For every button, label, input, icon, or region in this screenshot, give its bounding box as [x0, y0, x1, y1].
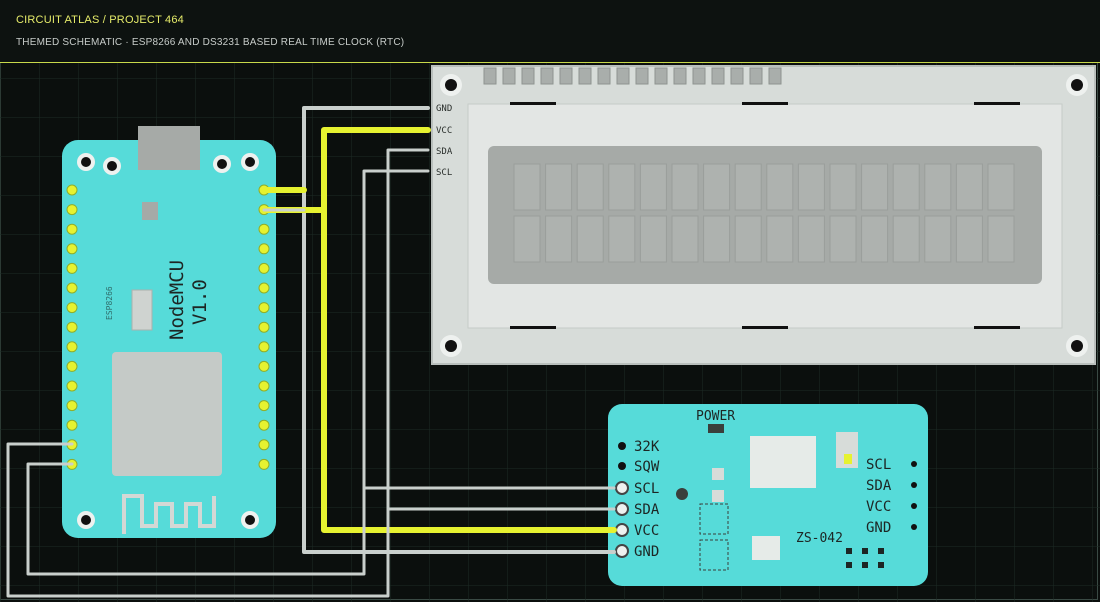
- lcd-character-cell: [576, 215, 604, 263]
- lcd-character-cell: [513, 163, 541, 211]
- lcd-character-cell: [987, 215, 1015, 263]
- nodemcu-pin: [258, 302, 270, 314]
- lcd-pin-gnd-label: GND: [436, 104, 452, 114]
- lcd-character-cell: [608, 215, 636, 263]
- lcd-character-cell: [734, 215, 762, 263]
- lcd-character-cell: [545, 215, 573, 263]
- nodemcu-pin: [258, 419, 270, 431]
- lcd-character-cell: [987, 163, 1015, 211]
- rtc-right-pin-vcc-label: VCC: [866, 499, 891, 515]
- rtc-pin-sda-label: SDA: [634, 502, 660, 518]
- nodemcu-pin: [258, 262, 270, 274]
- nodemcu-version: V1.0: [189, 279, 211, 325]
- nodemcu-pin: [66, 282, 78, 294]
- lcd-character-cell: [703, 215, 731, 263]
- nodemcu-pin: [258, 341, 270, 353]
- lcd-character-cell: [734, 163, 762, 211]
- nodemcu-pin: [66, 321, 78, 333]
- lcd-module[interactable]: GND VCC SDA SCL: [431, 65, 1096, 365]
- nodemcu-pin: [258, 380, 270, 392]
- nodemcu-reset-switch: [131, 289, 153, 331]
- lcd-character-cell: [924, 215, 952, 263]
- nodemcu-silk-small: ESP8266: [105, 286, 114, 320]
- usb-connector-icon: [138, 126, 200, 170]
- page-title: CIRCUIT ATLAS / PROJECT 464: [16, 14, 185, 26]
- nodemcu-pin: [66, 184, 78, 196]
- nodemcu-pin: [66, 204, 78, 216]
- rtc-chip: [750, 436, 816, 488]
- page-subtitle: THEMED SCHEMATIC · ESP8266 AND DS3231 BA…: [16, 37, 405, 48]
- lcd-character-cell: [703, 163, 731, 211]
- lcd-character-cell: [861, 163, 889, 211]
- nodemcu-pin: [66, 262, 78, 274]
- lcd-character-cell: [766, 163, 794, 211]
- nodemcu-pin: [258, 439, 270, 451]
- rtc-right-pin-gnd-label: GND: [866, 520, 891, 536]
- lcd-character-cell: [955, 163, 983, 211]
- lcd-pin-sda-label: SDA: [436, 147, 453, 157]
- nodemcu-pin: [258, 400, 270, 412]
- nodemcu-name: NodeMCU: [166, 260, 188, 340]
- rtc-module[interactable]: POWER ZS-042 32K SQW SCL SDA VCC GND SCL…: [608, 404, 928, 586]
- lcd-character-cell: [892, 163, 920, 211]
- rtc-pin-sqw-label: SQW: [634, 459, 660, 475]
- nodemcu-pin: [258, 458, 270, 470]
- lcd-character-cell: [639, 215, 667, 263]
- nodemcu-pin: [66, 419, 78, 431]
- rtc-pin-scl-label: SCL: [634, 481, 659, 497]
- lcd-character-cell: [639, 163, 667, 211]
- nodemcu-board[interactable]: ESP8266 NodeMCU V1.0: [62, 126, 276, 538]
- lcd-character-cell: [766, 215, 794, 263]
- lcd-character-cell: [576, 163, 604, 211]
- rtc-right-pin-scl-label: SCL: [866, 457, 891, 473]
- lcd-character-cell: [892, 215, 920, 263]
- nodemcu-pin: [66, 302, 78, 314]
- nodemcu-pin: [66, 360, 78, 372]
- nodemcu-pin: [66, 380, 78, 392]
- lcd-character-cell: [829, 163, 857, 211]
- rtc-pin-32k-label: 32K: [634, 439, 660, 455]
- nodemcu-pin: [258, 282, 270, 294]
- lcd-character-cell: [671, 215, 699, 263]
- nodemcu-pin: [258, 243, 270, 255]
- rtc-pin-gnd-label: GND: [634, 544, 659, 560]
- nodemcu-pin: [66, 341, 78, 353]
- lcd-character-cell: [608, 163, 636, 211]
- lcd-character-cell: [861, 215, 889, 263]
- esp8266-module: [112, 352, 222, 476]
- lcd-pin-scl-label: SCL: [436, 168, 452, 178]
- header-bar: CIRCUIT ATLAS / PROJECT 464 THEMED SCHEM…: [0, 0, 1100, 63]
- nodemcu-pin: [258, 360, 270, 372]
- rtc-right-pin-sda-label: SDA: [866, 478, 892, 494]
- rtc-power-label: POWER: [696, 409, 735, 424]
- lcd-character-cell: [797, 163, 825, 211]
- lcd-character-cell: [955, 215, 983, 263]
- nodemcu-pin: [66, 243, 78, 255]
- nodemcu-pin: [258, 223, 270, 235]
- lcd-character-cell: [924, 163, 952, 211]
- schematic-canvas: GND VCC SDA SCL ESP8266 NodeMCU V1.0 POW…: [0, 62, 1100, 602]
- nodemcu-pin: [258, 321, 270, 333]
- lcd-character-cell: [829, 215, 857, 263]
- lcd-pin-vcc-label: VCC: [436, 126, 452, 136]
- rtc-chip-label: ZS-042: [796, 531, 843, 546]
- lcd-character-cell: [545, 163, 573, 211]
- lcd-character-cell: [671, 163, 699, 211]
- nodemcu-pin: [66, 223, 78, 235]
- lcd-character-cell: [797, 215, 825, 263]
- lcd-character-cell: [513, 215, 541, 263]
- nodemcu-button: [142, 202, 158, 220]
- rtc-pin-vcc-label: VCC: [634, 523, 659, 539]
- nodemcu-pin: [66, 400, 78, 412]
